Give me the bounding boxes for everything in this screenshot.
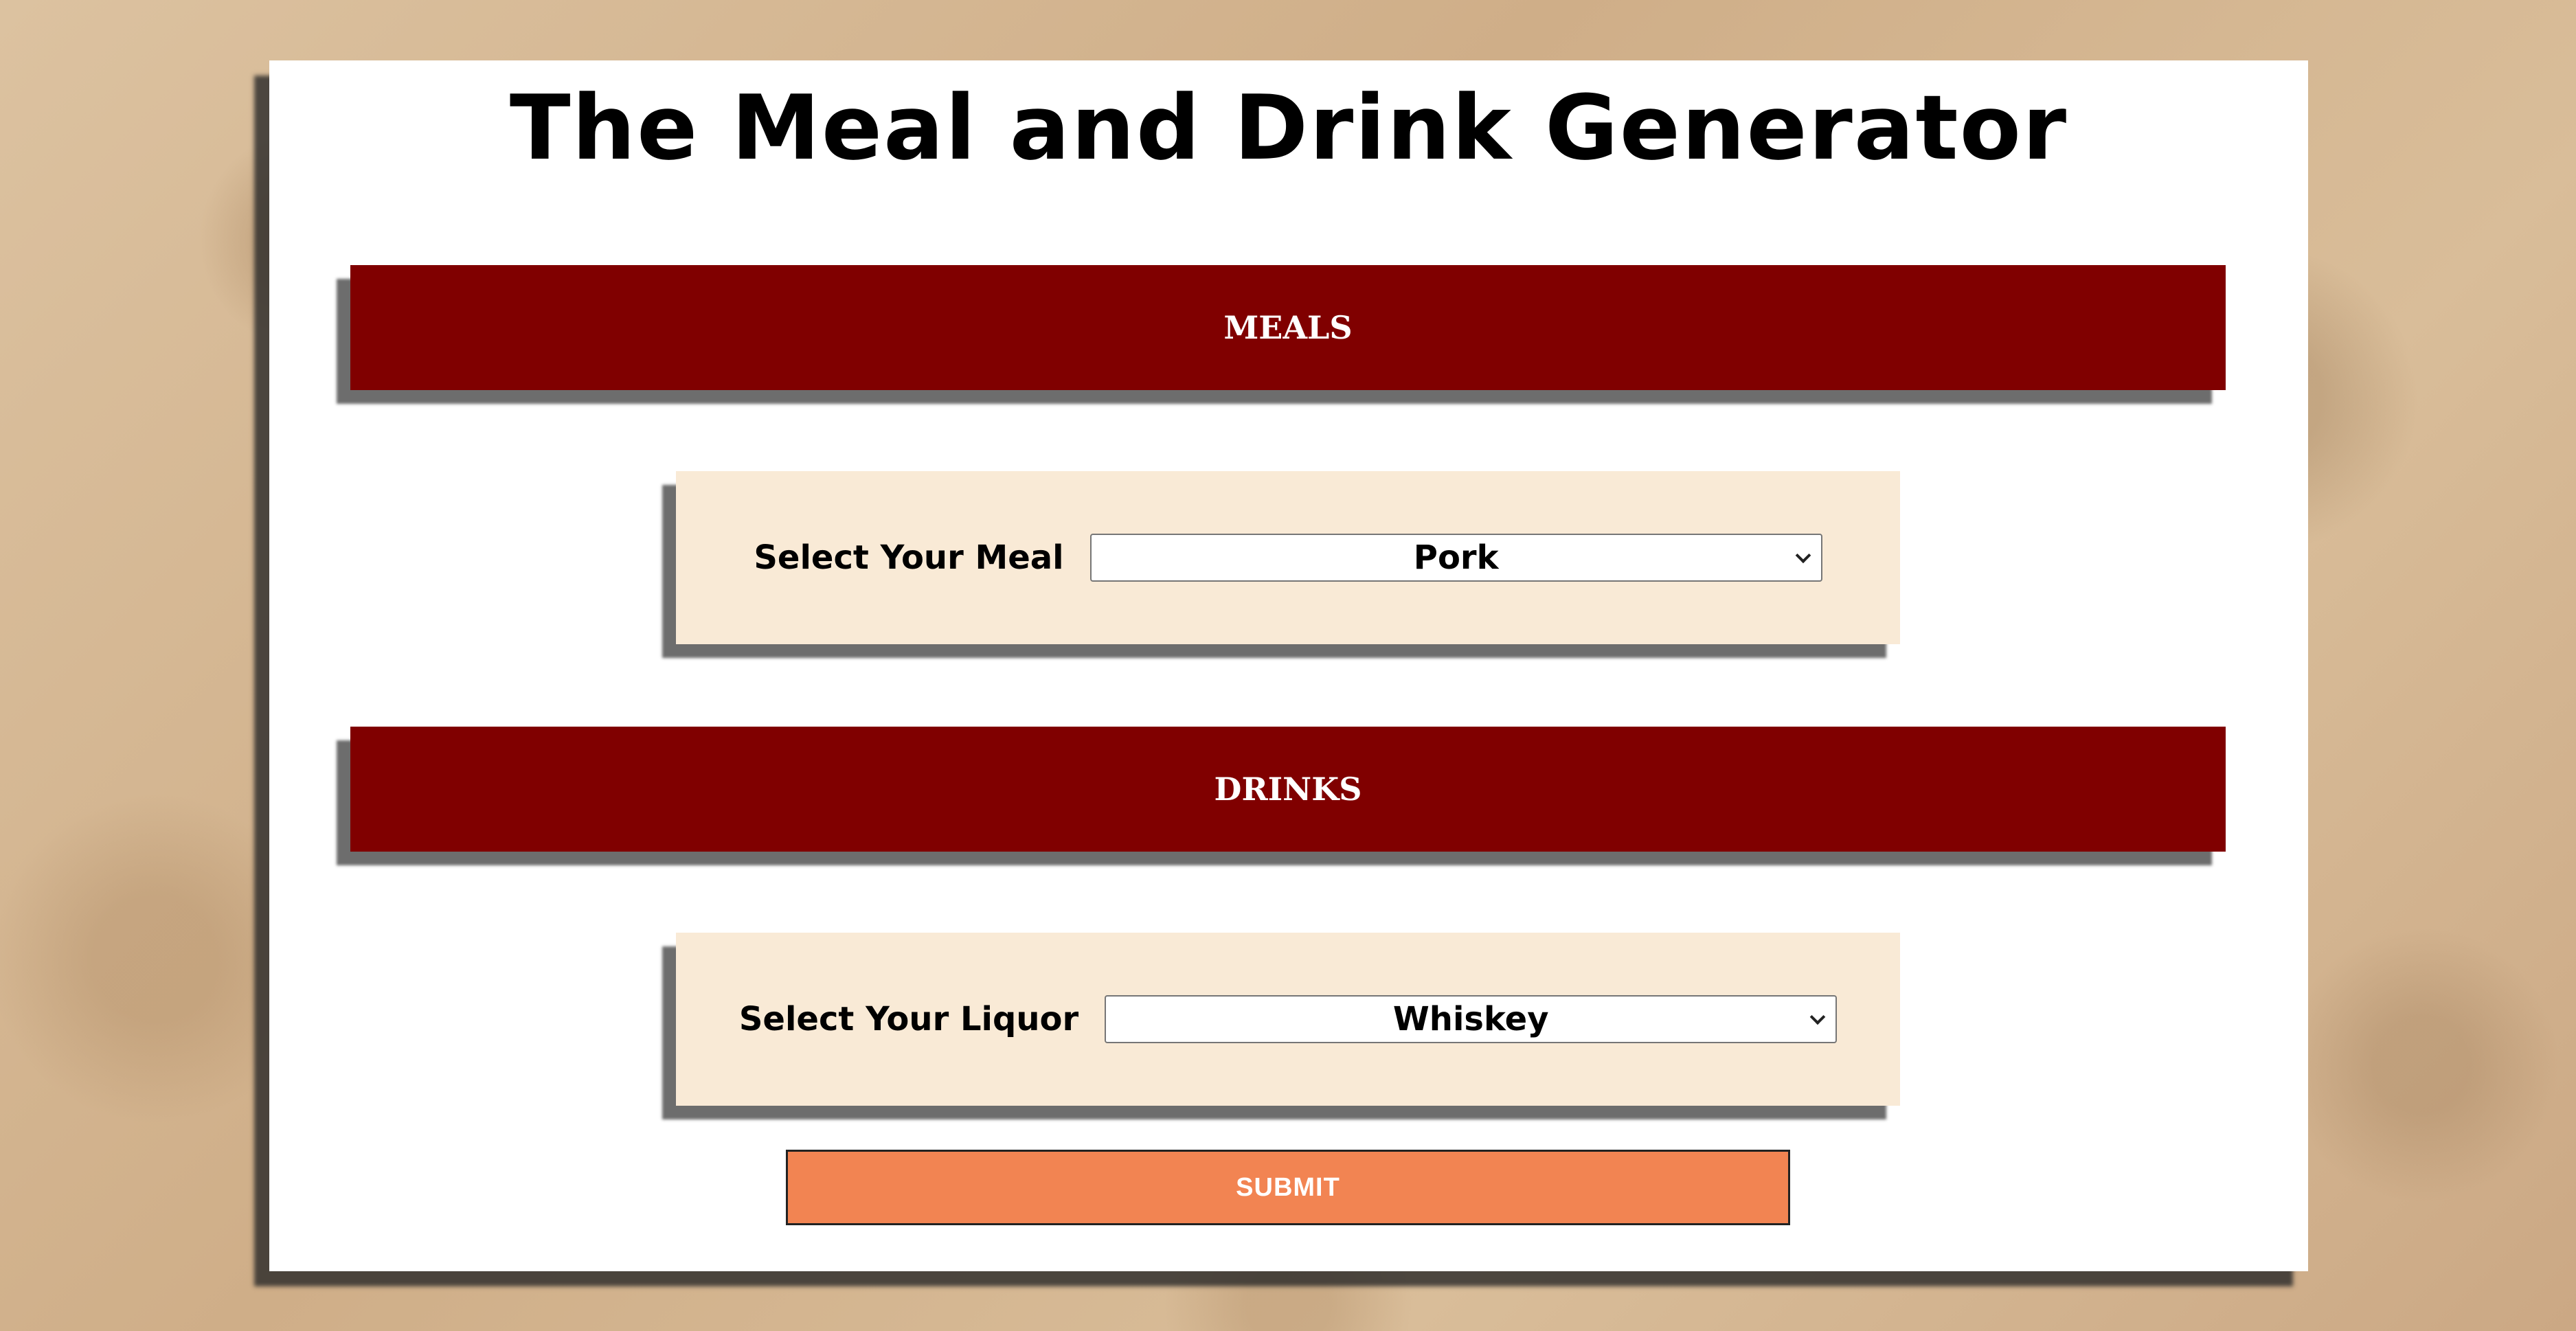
meals-heading: MEALS: [1223, 309, 1353, 346]
chevron-down-icon: [1795, 547, 1811, 564]
liquor-select[interactable]: Whiskey: [1105, 995, 1838, 1043]
drinks-heading: DRINKS: [1214, 771, 1362, 808]
meal-select-value: Pork: [1413, 538, 1499, 577]
meal-select-panel: Select Your Meal Pork: [676, 471, 1900, 644]
liquor-select-value: Whiskey: [1392, 1000, 1549, 1038]
submit-button[interactable]: SUBMIT: [786, 1150, 1790, 1225]
main-card: The Meal and Drink Generator MEALS Selec…: [269, 60, 2308, 1271]
meal-select[interactable]: Pork: [1089, 534, 1822, 582]
liquor-select-panel: Select Your Liquor Whiskey: [676, 933, 1900, 1106]
chevron-down-icon: [1809, 1009, 1826, 1025]
meals-banner: MEALS: [350, 265, 2226, 390]
page-title: The Meal and Drink Generator: [509, 76, 2068, 180]
liquor-select-label: Select Your Liquor: [738, 1000, 1079, 1038]
drinks-banner: DRINKS: [350, 727, 2226, 852]
meal-select-label: Select Your Meal: [754, 538, 1064, 577]
